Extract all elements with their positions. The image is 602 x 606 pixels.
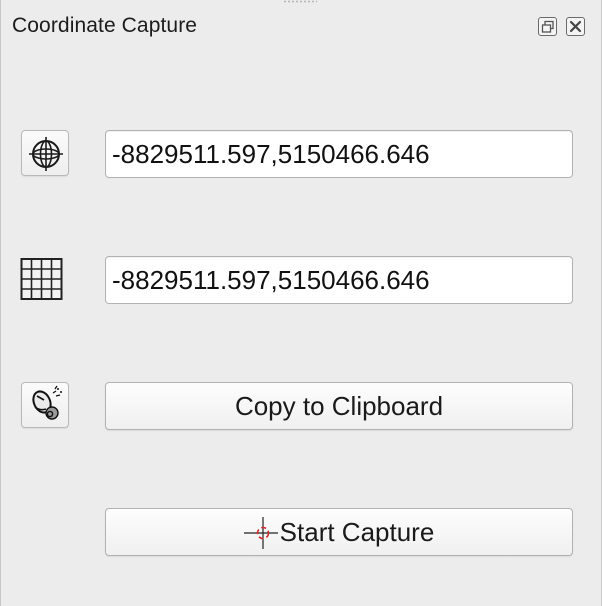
mouse-copy-icon — [32, 385, 62, 420]
dock-drag-handle[interactable] — [283, 0, 317, 3]
copy-to-clipboard-label: Copy to Clipboard — [234, 390, 444, 421]
start-capture-button[interactable]: Start Capture — [105, 508, 573, 556]
start-capture-label: Start Capture — [279, 516, 435, 547]
globe-crs-icon — [29, 137, 63, 171]
user-crs-coordinate-field[interactable] — [105, 256, 573, 304]
grid-icon — [20, 258, 63, 300]
coordinate-capture-panel: Coordinate Capture -8829511.597,5150466.… — [0, 0, 602, 606]
crosshair-icon — [243, 515, 278, 549]
float-window-icon — [541, 20, 554, 33]
copy-to-clipboard-button[interactable]: Copy to Clipboard — [105, 382, 573, 430]
map-crs-button[interactable] — [21, 130, 69, 176]
crs-selector[interactable] — [20, 257, 64, 301]
close-panel-button[interactable] — [566, 17, 585, 36]
panel-title: Coordinate Capture — [12, 14, 198, 37]
close-icon — [569, 20, 582, 33]
copy-icon-button[interactable] — [21, 382, 69, 428]
float-window-button[interactable] — [538, 17, 557, 36]
map-crs-coordinate-field[interactable] — [105, 130, 573, 178]
